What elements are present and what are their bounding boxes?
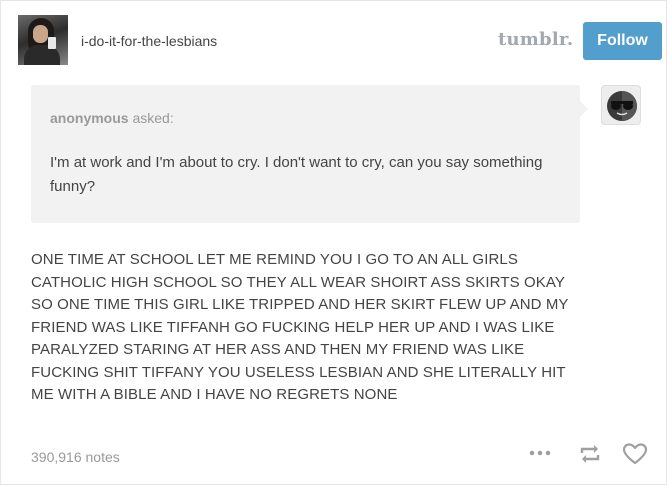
more-button[interactable] [528, 443, 552, 468]
reblog-icon [580, 445, 600, 463]
tumblr-post: i-do-it-for-the-lesbians tumblr. Follow … [0, 0, 667, 485]
blog-avatar[interactable] [18, 15, 68, 65]
blog-name-link[interactable]: i-do-it-for-the-lesbians [81, 33, 217, 49]
anonymous-sunglasses-icon [607, 91, 637, 121]
anonymous-avatar [601, 85, 641, 125]
answer-text: ONE TIME AT SCHOOL LET ME REMIND YOU I G… [31, 249, 651, 407]
like-button[interactable] [621, 441, 649, 472]
answer-line: FRIEND WAS LIKE TIFFANH GO FUCKING HELP … [31, 318, 555, 336]
follow-button[interactable]: Follow [583, 22, 662, 60]
more-icon [529, 450, 551, 456]
tumblr-logo[interactable]: tumblr. [498, 29, 573, 50]
answer-line: FUCKING SHIT TIFFANY YOU USELESS LESBIAN… [31, 363, 566, 381]
answer-line: CATHOLIC HIGH SCHOOL SO THEY ALL WEAR SH… [31, 273, 565, 291]
reblog-button[interactable] [577, 441, 603, 472]
answer-line: PARALYZED STARING AT HER ASS AND THEN MY… [31, 341, 525, 358]
answer-line: SO ONE TIME THIS GIRL LIKE TRIPPED AND H… [31, 296, 569, 313]
avatar-face [33, 25, 48, 43]
asker-name: anonymous [50, 110, 129, 126]
notes-count[interactable]: 390,916 notes [31, 449, 120, 465]
asker-line: anonymous asked: [50, 110, 174, 126]
avatar-phone [48, 37, 56, 49]
answer-line: ME WITH A BIBLE AND I HAVE NO REGRETS NO… [31, 386, 398, 403]
asked-label: asked: [132, 110, 174, 126]
answer-line: ONE TIME AT SCHOOL LET ME REMIND YOU I G… [31, 251, 518, 268]
ask-bubble: anonymous asked: I'm at work and I'm abo… [31, 85, 588, 223]
ask-question: I'm at work and I'm about to cry. I don'… [50, 154, 543, 195]
heart-icon [622, 443, 648, 465]
